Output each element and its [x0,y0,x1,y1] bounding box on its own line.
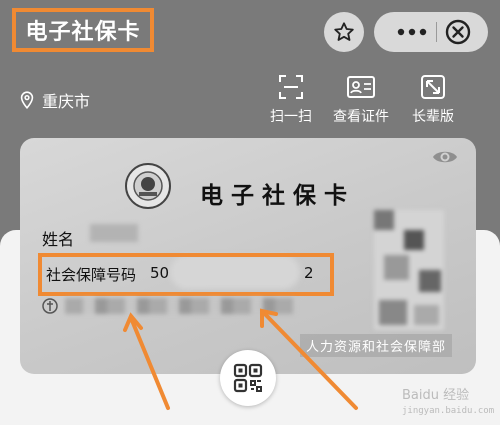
arrow-left [129,316,170,410]
arrow-right [261,310,358,410]
qr-code-button[interactable] [220,350,276,406]
qr-code-icon [233,363,263,393]
watermark-brand: Baidu 经验 [402,388,470,403]
watermark-url: jingyan.baidu.com [402,406,495,416]
